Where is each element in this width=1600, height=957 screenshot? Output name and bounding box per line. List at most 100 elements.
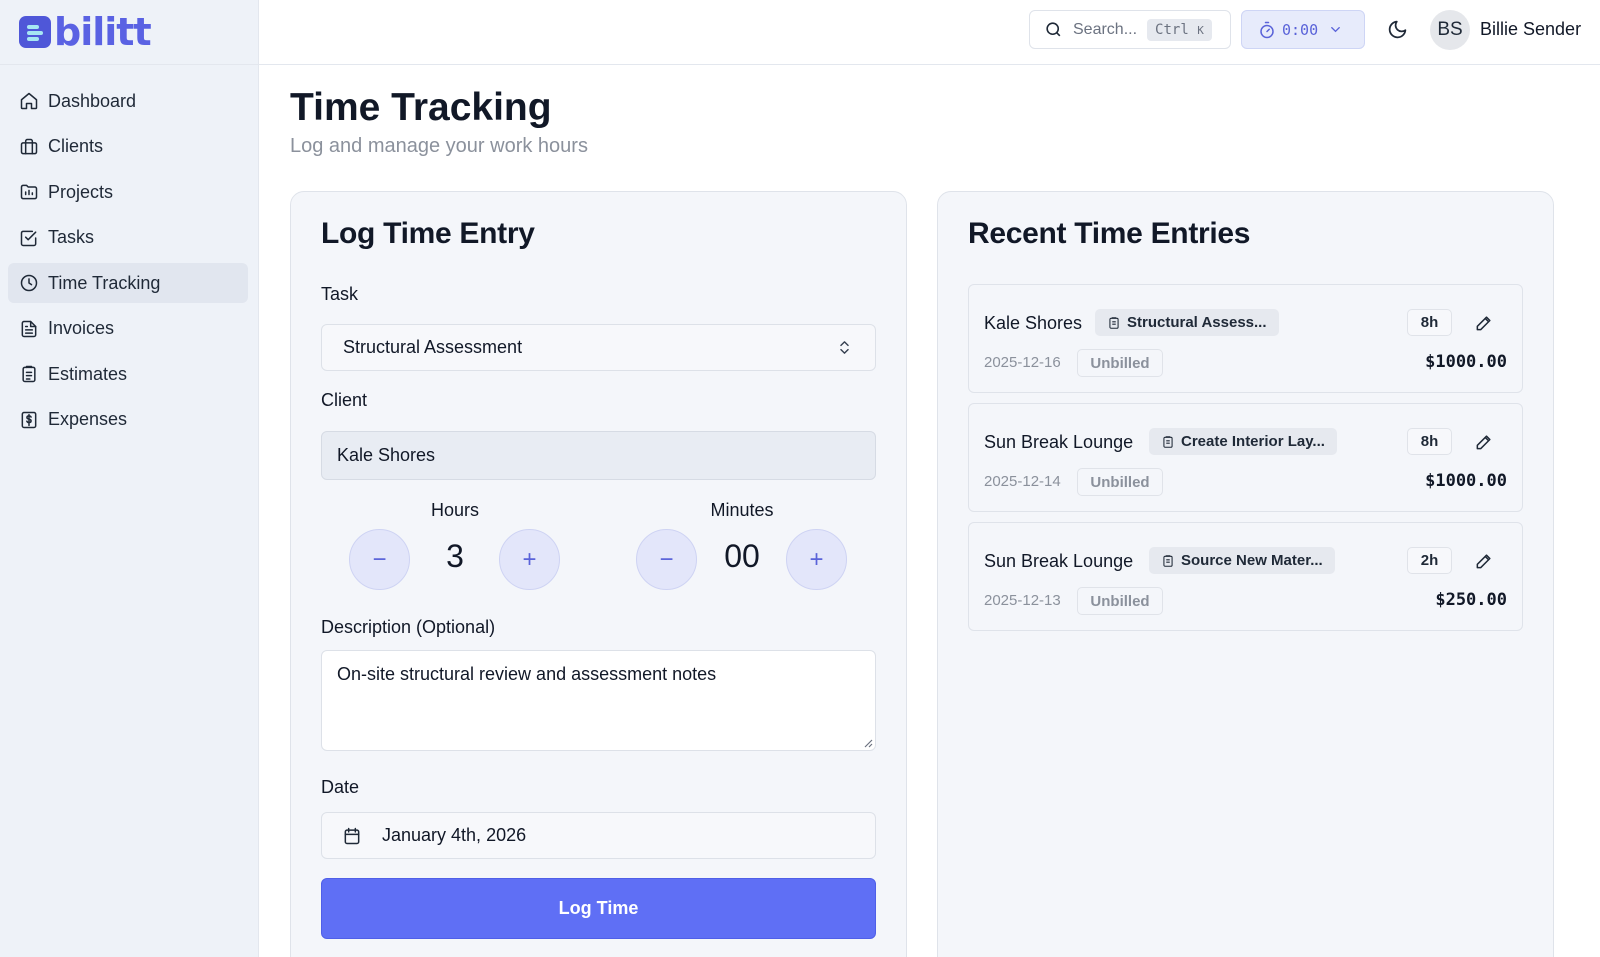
shortcut-key: Ctrl [1155, 21, 1189, 38]
hours-label: Hours [430, 500, 480, 520]
home-icon [20, 92, 38, 110]
sidebar-item-label: Invoices [48, 318, 115, 338]
timer-dropdown[interactable]: 0:00 [1241, 10, 1365, 49]
entry-client: Kale Shores [984, 313, 1083, 333]
entry-hours: 2h [1407, 547, 1452, 574]
sidebar: bilitt Dashboard Clients Projects Tasks … [0, 0, 259, 957]
client-field-value: Kale Shores [337, 445, 436, 465]
entry-date: 2025-12-14 [984, 473, 1061, 490]
date-value: January 4th, 2026 [382, 825, 527, 845]
description-textarea[interactable]: On-site structural review and assessment… [321, 650, 876, 751]
edit-icon[interactable] [1474, 432, 1494, 452]
search-placeholder: Search... [1073, 20, 1138, 38]
sidebar-item-clients[interactable]: Clients [8, 127, 248, 167]
shortcut-letter: K [1197, 23, 1204, 37]
clipboard-icon [1163, 554, 1173, 567]
task-label: Task [321, 284, 359, 304]
entry-task-label: Source New Mater... [1181, 552, 1323, 569]
clipboard-icon [1109, 316, 1119, 329]
date-picker[interactable]: January 4th, 2026 [321, 812, 876, 859]
entry-client: Sun Break Lounge [984, 551, 1134, 571]
resize-handle-icon[interactable] [863, 738, 873, 748]
sidebar-item-label: Estimates [48, 363, 128, 384]
topbar: Search... Ctrl K 0:00 BS Billie Sender [259, 0, 1600, 65]
search-icon [1046, 22, 1061, 37]
chevron-down-icon [1331, 27, 1340, 33]
entry-date: 2025-12-16 [984, 354, 1061, 371]
minutes-decrement-button[interactable]: − [636, 529, 697, 590]
entry-client: Sun Break Lounge [984, 432, 1134, 452]
sidebar-item-label: Expenses [48, 409, 128, 429]
timer-value: 0:00 [1282, 20, 1319, 39]
user-name[interactable]: Billie Sender [1480, 19, 1581, 40]
sidebar-item-label: Dashboard [48, 90, 137, 111]
entry-task-tag: Source New Mater... [1149, 547, 1335, 574]
sidebar-item-tasks[interactable]: Tasks [8, 218, 248, 258]
task-select[interactable]: Structural Assessment [321, 324, 876, 371]
stopwatch-icon [1260, 21, 1274, 38]
time-entry[interactable]: Sun Break Lounge Create Interior Lay... … [968, 403, 1523, 512]
checkbox-icon [20, 230, 37, 246]
client-field: Kale Shores [321, 431, 876, 480]
status-badge: Unbilled [1077, 349, 1163, 377]
description-label: Description (Optional) [321, 617, 496, 637]
sidebar-item-time-tracking[interactable]: Time Tracking [8, 263, 248, 303]
hours-decrement-button[interactable]: − [349, 529, 410, 590]
sidebar-item-invoices[interactable]: Invoices [8, 309, 248, 349]
entry-task-label: Structural Assess... [1127, 314, 1267, 331]
clipboard-icon [22, 365, 36, 383]
status-badge: Unbilled [1077, 468, 1163, 496]
calendar-icon [344, 827, 360, 844]
clipboard-icon [1163, 435, 1173, 448]
log-time-card: Log Time Entry Task Structural Assessmen… [290, 191, 907, 957]
avatar[interactable]: BS [1430, 10, 1470, 50]
entry-date: 2025-12-13 [984, 592, 1061, 609]
dollar-receipt-icon [21, 411, 37, 428]
minutes-label: Minutes [710, 500, 774, 520]
page-subtitle: Log and manage your work hours [290, 135, 588, 157]
time-entry[interactable]: Sun Break Lounge Source New Mater... 2h … [968, 522, 1523, 631]
status-badge: Unbilled [1077, 587, 1163, 615]
logo-text: bilitt [54, 10, 152, 54]
entry-task-label: Create Interior Lay... [1181, 433, 1325, 450]
edit-icon[interactable] [1474, 551, 1494, 571]
entry-task-tag: Create Interior Lay... [1149, 428, 1337, 455]
entry-hours: 8h [1407, 428, 1452, 455]
time-entry[interactable]: Kale Shores Structural Assess... 8h 2025… [968, 284, 1523, 393]
card-title: Recent Time Entries [968, 217, 1251, 250]
entry-amount: $1000.00 [1425, 352, 1507, 372]
hours-value: 3 [446, 538, 464, 574]
sidebar-item-projects[interactable]: Projects [8, 172, 248, 212]
logo-mark-icon [19, 16, 51, 48]
logo[interactable]: bilitt [0, 0, 258, 65]
chevrons-up-down-icon [840, 341, 849, 354]
minutes-value: 00 [724, 538, 760, 574]
page-title: Time Tracking [290, 86, 552, 129]
clock-icon [20, 274, 38, 292]
description-value: On-site structural review and assessment… [337, 664, 717, 684]
search-button[interactable]: Search... Ctrl K [1029, 10, 1231, 49]
sidebar-nav: Dashboard Clients Projects Tasks Time Tr… [0, 65, 258, 440]
date-label: Date [321, 777, 360, 797]
card-title: Log Time Entry [321, 217, 535, 250]
task-select-value: Structural Assessment [343, 337, 523, 357]
edit-icon[interactable] [1474, 313, 1494, 333]
folder-chart-icon [20, 184, 38, 200]
moon-icon[interactable] [1387, 19, 1408, 40]
entry-amount: $250.00 [1435, 590, 1507, 610]
recent-entries-card: Recent Time Entries Kale Shores Structur… [937, 191, 1554, 957]
entry-task-tag: Structural Assess... [1095, 309, 1279, 336]
briefcase-icon [20, 138, 38, 154]
sidebar-item-estimates[interactable]: Estimates [8, 354, 248, 394]
client-label: Client [321, 390, 368, 410]
hours-increment-button[interactable]: + [499, 529, 560, 590]
sidebar-item-label: Time Tracking [48, 272, 161, 293]
entry-amount: $1000.00 [1425, 471, 1507, 491]
sidebar-item-expenses[interactable]: Expenses [8, 400, 248, 440]
sidebar-item-dashboard[interactable]: Dashboard [8, 81, 248, 121]
sidebar-item-label: Projects [48, 181, 114, 202]
entry-hours: 8h [1407, 309, 1452, 336]
log-time-button[interactable]: Log Time [321, 878, 876, 939]
document-icon [21, 320, 37, 337]
minutes-increment-button[interactable]: + [786, 529, 847, 590]
